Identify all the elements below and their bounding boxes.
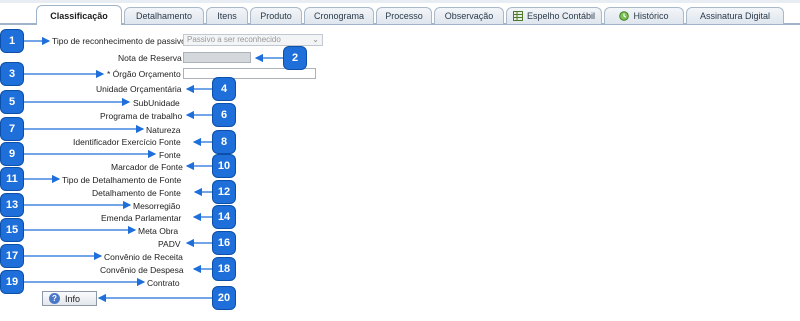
callout-badge-7: 7 [1, 118, 23, 140]
callout-badge-12: 12 [213, 181, 235, 203]
callout-badge-4: 4 [213, 78, 235, 100]
callout-badge-8: 8 [213, 131, 235, 153]
callout-badge-10: 10 [213, 155, 235, 177]
callout-badge-17: 17 [1, 245, 23, 267]
callout-badge-14: 14 [213, 206, 235, 228]
callout-badge-18: 18 [213, 258, 235, 280]
callout-badge-6: 6 [213, 104, 235, 126]
callout-badge-9: 9 [1, 143, 23, 165]
callout-badge-20: 20 [213, 287, 235, 309]
annotation-arrows [23, 36, 283, 303]
callout-badge-13: 13 [1, 194, 23, 216]
callout-badge-3: 3 [1, 63, 23, 85]
callout-badge-5: 5 [1, 91, 23, 113]
callout-badge-15: 15 [1, 219, 23, 241]
callout-badge-19: 19 [1, 271, 23, 293]
callout-badge-11: 11 [1, 168, 23, 190]
callout-badge-2: 2 [284, 47, 306, 69]
callout-badge-1: 1 [1, 30, 23, 52]
callout-badge-16: 16 [213, 232, 235, 254]
